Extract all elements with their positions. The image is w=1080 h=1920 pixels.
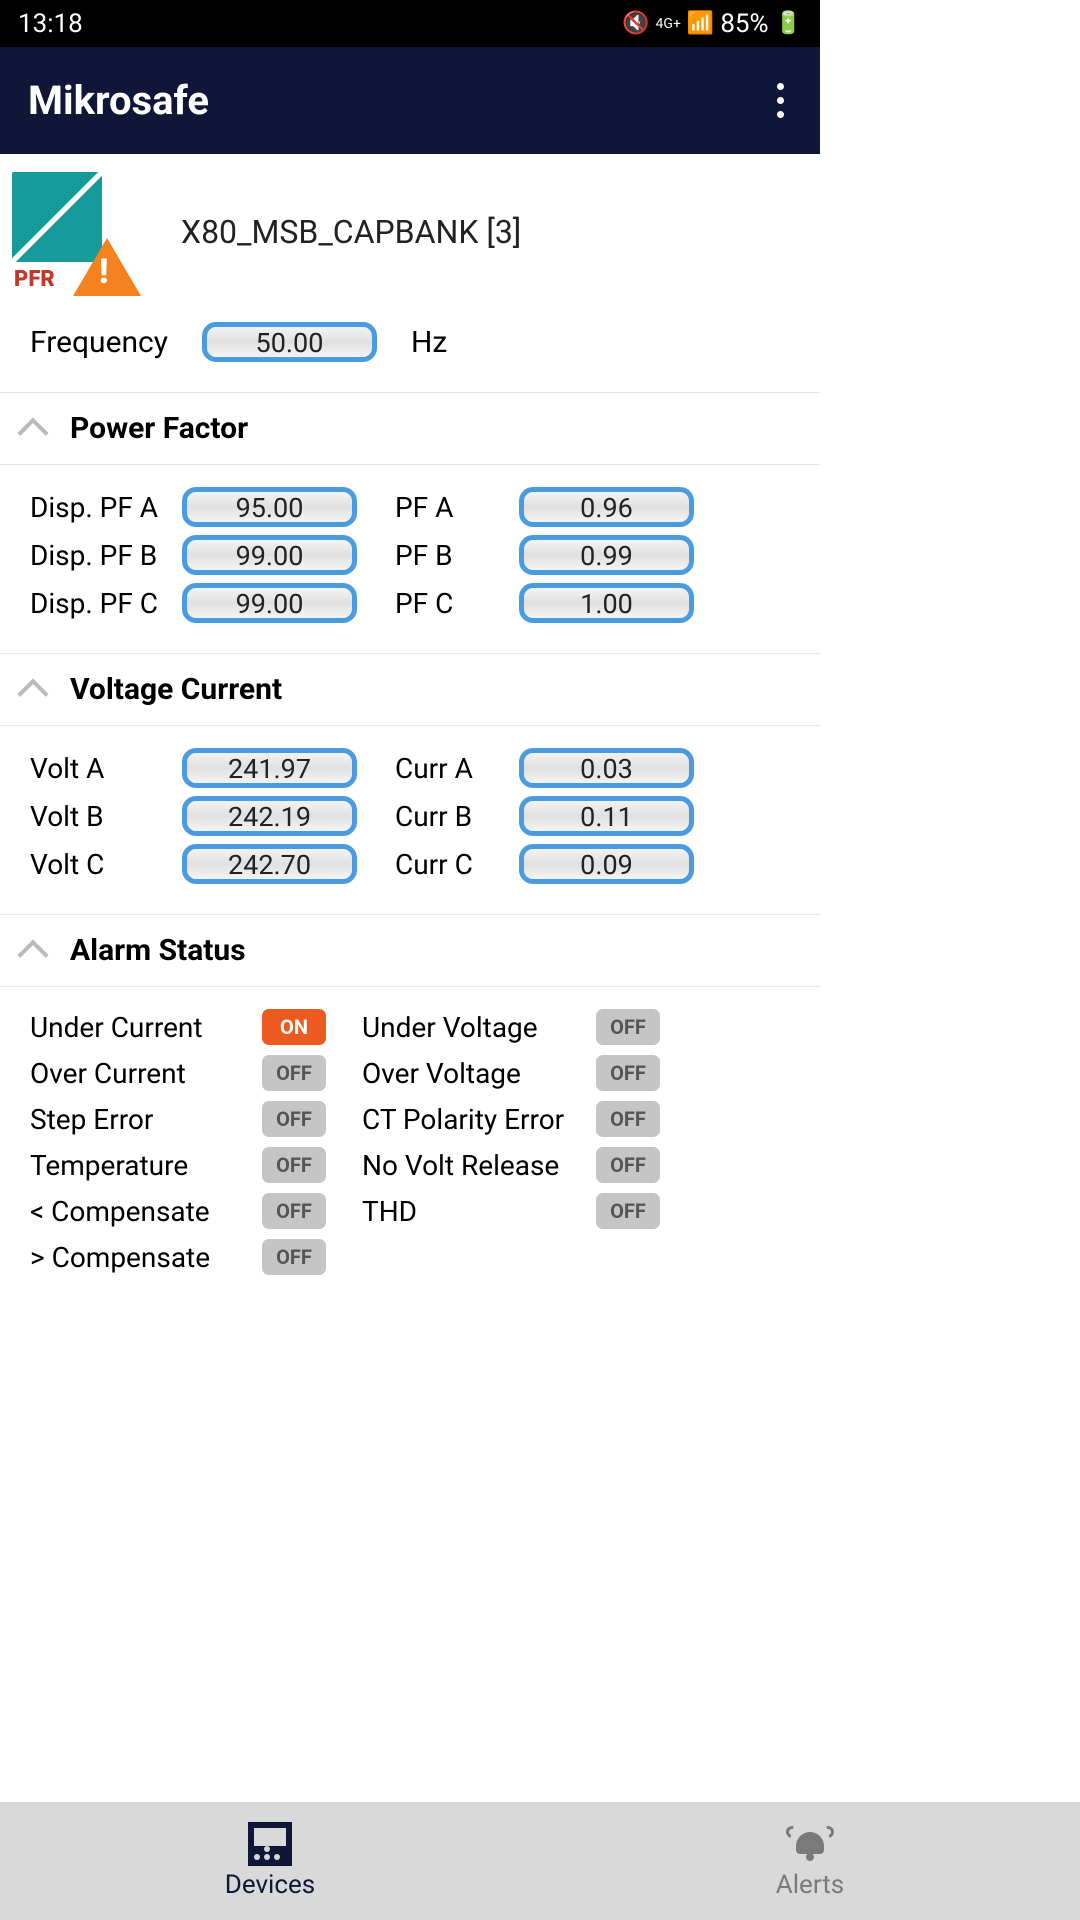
alarm-state-pill: OFF: [596, 1147, 660, 1183]
content-scroll[interactable]: PFR X80_MSB_CAPBANK [3] Frequency 50.00 …: [0, 154, 820, 1340]
reading-label: Disp. PF A: [30, 491, 178, 524]
reading-label: PF C: [395, 587, 515, 620]
alarm-state-pill: OFF: [262, 1101, 326, 1137]
section-title: Voltage Current: [70, 672, 282, 707]
reading-value[interactable]: 95.00: [182, 487, 357, 527]
section-header-power-factor[interactable]: Power Factor: [0, 392, 820, 465]
alarm-label: No Volt Release: [362, 1149, 596, 1182]
chevron-up-icon: [17, 939, 48, 970]
reading-label: Curr A: [395, 752, 515, 785]
reading-label: PF B: [395, 539, 515, 572]
app-bar: Mikrosafe: [0, 47, 820, 154]
reading-value[interactable]: 0.03: [519, 748, 694, 788]
battery-percent: 85%: [720, 9, 768, 39]
reading-label: Curr B: [395, 800, 515, 833]
nav-label: Alerts: [776, 1870, 844, 1900]
power-factor-grid: Disp. PF A95.00 PF A0.96 Disp. PF B99.00 PF…: [0, 465, 820, 653]
nav-label: Devices: [225, 1870, 315, 1900]
reading-value[interactable]: 241.97: [182, 748, 357, 788]
device-name: X80_MSB_CAPBANK [3]: [181, 213, 521, 251]
alarm-label: CT Polarity Error: [362, 1103, 596, 1136]
overflow-menu-button[interactable]: [769, 75, 792, 126]
nav-tab-alerts[interactable]: Alerts: [540, 1802, 1080, 1920]
device-header: PFR X80_MSB_CAPBANK [3]: [0, 154, 820, 300]
frequency-label: Frequency: [30, 325, 168, 360]
app-title: Mikrosafe: [28, 77, 209, 124]
reading-label: Disp. PF B: [30, 539, 178, 572]
alarm-state-pill: OFF: [262, 1193, 326, 1229]
alarm-state-pill: OFF: [596, 1009, 660, 1045]
reading-value[interactable]: 242.70: [182, 844, 357, 884]
status-bar: 13:18 🔇 4G+ 📶 85% 🔋: [0, 0, 820, 47]
status-right: 🔇 4G+ 📶 85% 🔋: [622, 9, 802, 39]
section-header-alarm-status[interactable]: Alarm Status: [0, 914, 820, 987]
nav-tab-devices[interactable]: Devices: [0, 1802, 540, 1920]
section-header-voltage-current[interactable]: Voltage Current: [0, 653, 820, 726]
reading-value[interactable]: 0.09: [519, 844, 694, 884]
reading-value[interactable]: 99.00: [182, 535, 357, 575]
network-type: 4G+: [656, 16, 681, 32]
reading-value[interactable]: 0.96: [519, 487, 694, 527]
reading-value[interactable]: 242.19: [182, 796, 357, 836]
reading-label: Volt A: [30, 752, 178, 785]
reading-label: PF A: [395, 491, 515, 524]
alarm-label: Over Voltage: [362, 1057, 596, 1090]
reading-value[interactable]: 1.00: [519, 583, 694, 623]
device-icon: PFR: [12, 172, 137, 292]
reading-label: Volt B: [30, 800, 178, 833]
reading-label: Disp. PF C: [30, 587, 178, 620]
alarm-label: Under Current: [30, 1011, 262, 1044]
alarm-label: Step Error: [30, 1103, 262, 1136]
alarm-label: Temperature: [30, 1149, 262, 1182]
voltage-current-grid: Volt A241.97 Curr A0.03 Volt B242.19 Curr B…: [0, 726, 820, 914]
alarm-state-pill: OFF: [596, 1101, 660, 1137]
alarm-state-pill: OFF: [596, 1193, 660, 1229]
chevron-up-icon: [17, 417, 48, 448]
section-title: Alarm Status: [70, 933, 246, 968]
frequency-value[interactable]: 50.00: [202, 322, 377, 362]
bottom-nav: Devices Alerts: [0, 1802, 1080, 1920]
reading-label: Volt C: [30, 848, 178, 881]
mute-vibrate-icon: 🔇: [622, 11, 649, 36]
chevron-up-icon: [17, 678, 48, 709]
alarm-label: > Compensate: [30, 1241, 262, 1274]
alarm-label: Over Current: [30, 1057, 262, 1090]
pfr-label: PFR: [14, 267, 55, 292]
devices-icon: [248, 1822, 292, 1866]
alarm-state-pill: OFF: [262, 1239, 326, 1275]
reading-value[interactable]: 99.00: [182, 583, 357, 623]
reading-label: Curr C: [395, 848, 515, 881]
frequency-row: Frequency 50.00 Hz: [0, 300, 820, 392]
signal-icon: 📶: [687, 11, 714, 36]
alarm-label: THD: [362, 1195, 596, 1228]
alarm-state-pill: ON: [262, 1009, 326, 1045]
alarm-state-pill: OFF: [596, 1055, 660, 1091]
alarm-status-grid: Under CurrentONUnder VoltageOFFOver Curr…: [0, 987, 820, 1285]
alerts-bell-icon: [788, 1822, 832, 1866]
reading-value[interactable]: 0.99: [519, 535, 694, 575]
alarm-state-pill: OFF: [262, 1055, 326, 1091]
alarm-label: < Compensate: [30, 1195, 262, 1228]
battery-charging-icon: 🔋: [775, 11, 802, 36]
reading-value[interactable]: 0.11: [519, 796, 694, 836]
section-title: Power Factor: [70, 411, 248, 446]
status-time: 13:18: [18, 9, 83, 39]
warning-triangle-icon: [73, 238, 141, 296]
alarm-label: Under Voltage: [362, 1011, 596, 1044]
frequency-unit: Hz: [411, 325, 447, 360]
alarm-state-pill: OFF: [262, 1147, 326, 1183]
